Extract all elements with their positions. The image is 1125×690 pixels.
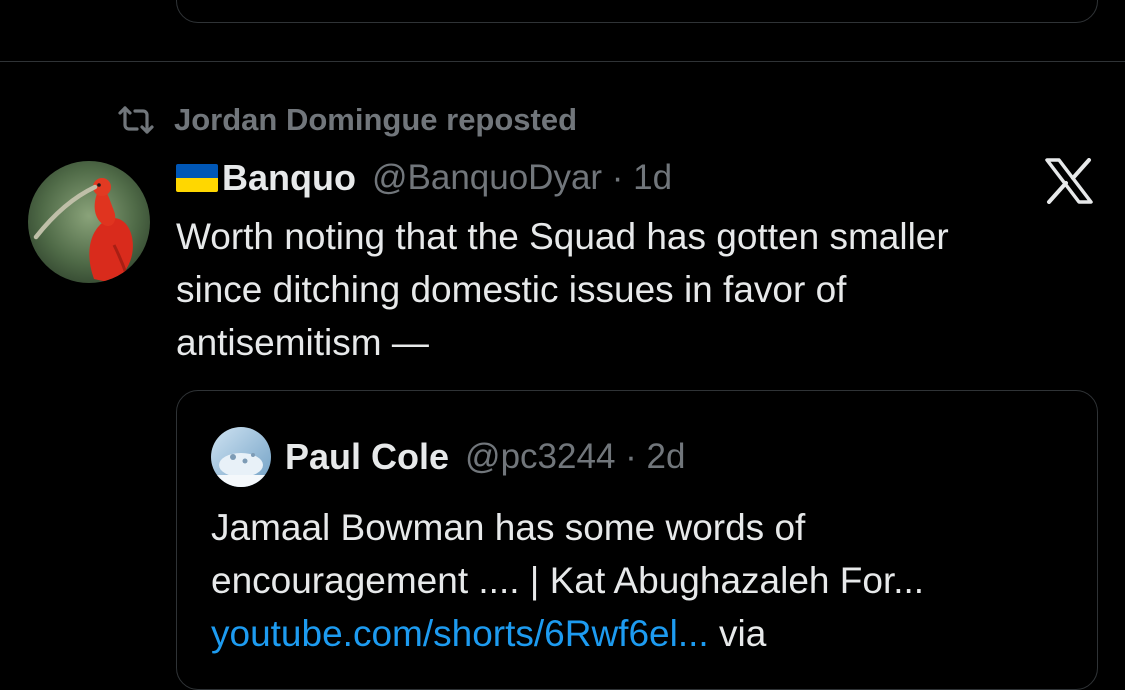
timeline-divider (0, 61, 1125, 62)
tweet-header: Banquo @BanquoDyar · 1d (176, 155, 672, 201)
quote-author-handle-time[interactable]: @pc3244 · 2d (465, 437, 685, 477)
quoted-tweet-card[interactable]: Paul Cole @pc3244 · 2d Jamaal Bowman has… (176, 390, 1098, 690)
previous-tweet-card[interactable] (176, 0, 1098, 23)
quote-body: Jamaal Bowman has some words of encourag… (211, 501, 1071, 660)
scarlet-ibis-avatar (28, 161, 150, 283)
quote-line: encouragement .... | Kat Abughazaleh For… (211, 560, 925, 601)
youtube-link[interactable]: youtube.com/shorts/6Rwf6el... (211, 613, 709, 654)
ukraine-flag-icon (176, 164, 218, 192)
x-logo-icon (1045, 158, 1093, 204)
via-text: via (708, 613, 767, 654)
tweet-line: since ditching domestic issues in favor … (176, 269, 847, 310)
tweet-line: antisemitism — (176, 322, 429, 363)
repost-icon (118, 106, 154, 134)
repost-label[interactable]: Jordan Domingue reposted (174, 102, 577, 138)
quote-line: Jamaal Bowman has some words of (211, 507, 806, 548)
author-name[interactable]: Banquo (222, 157, 356, 199)
tweet-line: Worth noting that the Squad has gotten s… (176, 216, 949, 257)
quote-avatar[interactable] (211, 427, 271, 487)
snow-leopard-avatar (211, 427, 271, 487)
quote-author-name[interactable]: Paul Cole (285, 436, 449, 478)
tweet-body: Worth noting that the Squad has gotten s… (176, 210, 1106, 369)
quote-link-line: youtube.com/shorts/6Rwf6el... via (211, 607, 1071, 660)
repost-indicator[interactable]: Jordan Domingue reposted (116, 100, 577, 140)
quote-header: Paul Cole @pc3244 · 2d (285, 434, 685, 480)
avatar[interactable] (28, 161, 150, 283)
author-handle-time[interactable]: @BanquoDyar · 1d (372, 158, 672, 198)
